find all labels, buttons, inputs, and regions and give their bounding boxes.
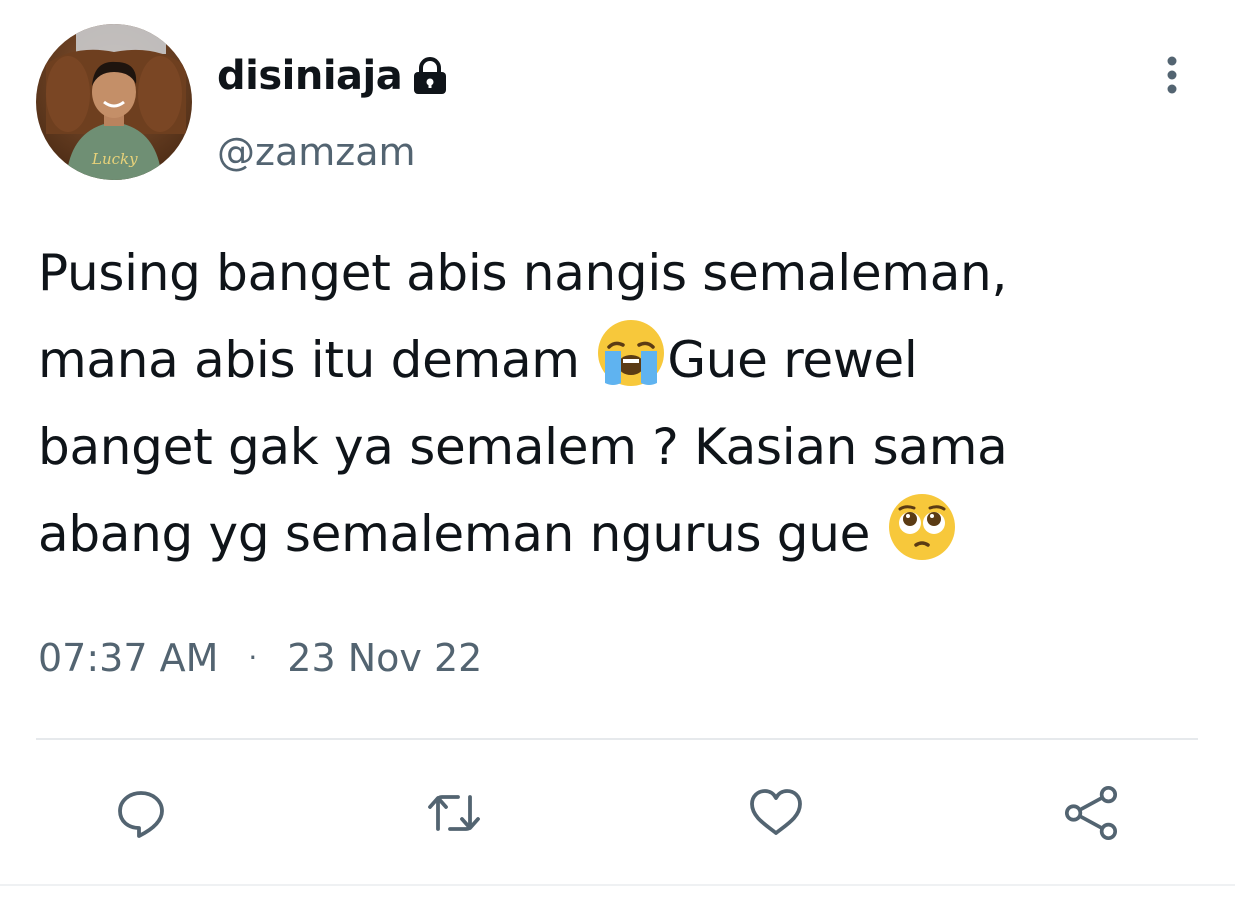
- share-button[interactable]: [1061, 783, 1121, 843]
- more-vertical-icon: [1167, 56, 1177, 94]
- lock-icon: [410, 57, 450, 95]
- divider: [36, 738, 1198, 740]
- svg-text:Lucky: Lucky: [91, 150, 138, 168]
- share-icon: [1064, 786, 1118, 840]
- tweet-line-text: Gue rewel: [667, 331, 918, 389]
- retweet-button[interactable]: [424, 783, 484, 843]
- tweet-line: Pusing banget abis nangis semaleman,: [38, 244, 1008, 302]
- reply-button[interactable]: [111, 783, 171, 843]
- loudly-crying-face-icon: [595, 317, 667, 389]
- more-options-button[interactable]: [1150, 52, 1194, 98]
- tweet-text: Pusing banget abis nangis semaleman, man…: [38, 230, 1198, 578]
- tweet-date: 23 Nov 22: [287, 636, 483, 680]
- user-handle[interactable]: @zamzam: [217, 128, 416, 176]
- like-button[interactable]: [746, 783, 806, 843]
- tweet-time: 07:37 AM: [38, 636, 219, 680]
- tweet-line-text: abang yg semaleman ngurus gue: [38, 505, 886, 563]
- avatar[interactable]: Lucky: [36, 24, 192, 180]
- display-name[interactable]: disiniaja: [217, 50, 403, 102]
- pleading-face-icon: [886, 491, 958, 563]
- retweet-icon: [428, 795, 480, 831]
- tweet-line: abang yg semaleman ngurus gue: [38, 491, 1198, 578]
- tweet-line-text: mana abis itu demam: [38, 331, 596, 389]
- tweet-line: banget gak ya semalem ? Kasian sama: [38, 418, 1008, 476]
- like-icon: [750, 789, 802, 835]
- tweet-line: mana abis itu demam Gue rewel: [38, 317, 1198, 404]
- tweet-timestamp: 07:37 AM · 23 Nov 22: [38, 632, 482, 684]
- reply-icon: [118, 791, 164, 838]
- tweet-detail: Lucky disiniaja @zamzam Pusing banget ab…: [0, 0, 1235, 903]
- display-name-row[interactable]: disiniaja: [217, 50, 450, 102]
- separator-dot: ·: [248, 641, 258, 674]
- divider: [0, 884, 1235, 886]
